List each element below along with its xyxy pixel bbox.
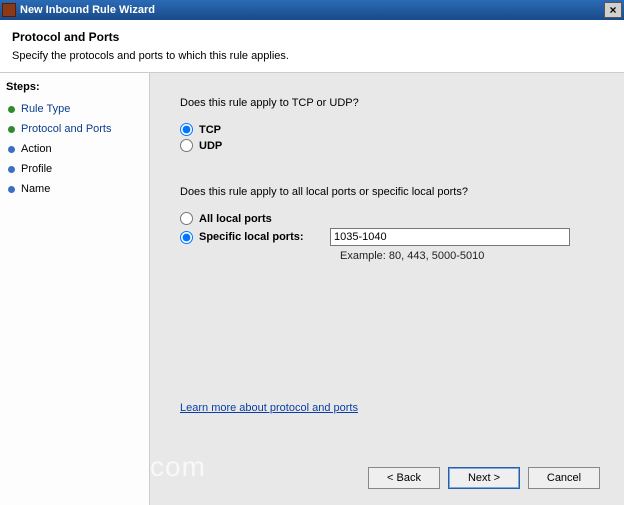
next-button[interactable]: Next > (448, 467, 520, 489)
app-icon (2, 3, 16, 17)
ports-example: Example: 80, 443, 5000-5010 (340, 250, 600, 262)
step-action: Action (6, 139, 143, 159)
bullet-icon (8, 126, 15, 133)
step-rule-type[interactable]: Rule Type (6, 99, 143, 119)
specific-ports-input[interactable] (330, 228, 570, 246)
cancel-button[interactable]: Cancel (528, 467, 600, 489)
steps-heading: Steps: (6, 81, 143, 93)
step-protocol-ports[interactable]: Protocol and Ports (6, 119, 143, 139)
bullet-icon (8, 166, 15, 173)
wizard-body: Steps: Rule Type Protocol and Ports Acti… (0, 73, 624, 505)
wizard-header: Protocol and Ports Specify the protocols… (0, 20, 624, 73)
content-area: Does this rule apply to TCP or UDP? TCP … (180, 89, 600, 457)
step-label: Action (21, 143, 52, 155)
radio-specific-ports-label: Specific local ports: (199, 231, 304, 243)
radio-specific-ports-row: Specific local ports: (180, 228, 600, 246)
bullet-icon (8, 146, 15, 153)
radio-specific-ports-input[interactable] (180, 231, 193, 244)
radio-tcp-label: TCP (199, 124, 221, 136)
radio-all-ports[interactable]: All local ports (180, 212, 600, 225)
step-profile: Profile (6, 159, 143, 179)
page-title: Protocol and Ports (12, 30, 612, 44)
radio-udp-input[interactable] (180, 139, 193, 152)
window-title: New Inbound Rule Wizard (20, 4, 604, 16)
steps-sidebar: Steps: Rule Type Protocol and Ports Acti… (0, 73, 150, 505)
learn-more-link[interactable]: Learn more about protocol and ports (180, 402, 358, 414)
close-icon[interactable]: × (604, 2, 622, 18)
radio-all-ports-input[interactable] (180, 212, 193, 225)
titlebar: New Inbound Rule Wizard × (0, 0, 624, 20)
step-label: Profile (21, 163, 52, 175)
step-label: Rule Type (21, 103, 70, 115)
radio-udp[interactable]: UDP (180, 139, 600, 152)
bullet-icon (8, 186, 15, 193)
question-protocol: Does this rule apply to TCP or UDP? (180, 97, 600, 109)
main-panel: Does this rule apply to TCP or UDP? TCP … (150, 73, 624, 505)
step-label: Protocol and Ports (21, 123, 112, 135)
radio-udp-label: UDP (199, 140, 222, 152)
question-ports: Does this rule apply to all local ports … (180, 186, 600, 198)
radio-tcp[interactable]: TCP (180, 123, 600, 136)
step-name: Name (6, 179, 143, 199)
bullet-icon (8, 106, 15, 113)
radio-specific-ports[interactable]: Specific local ports: (180, 231, 330, 244)
radio-tcp-input[interactable] (180, 123, 193, 136)
back-button[interactable]: < Back (368, 467, 440, 489)
step-label: Name (21, 183, 50, 195)
radio-all-ports-label: All local ports (199, 213, 272, 225)
button-row: < Back Next > Cancel (180, 457, 600, 495)
page-subtitle: Specify the protocols and ports to which… (12, 50, 612, 62)
